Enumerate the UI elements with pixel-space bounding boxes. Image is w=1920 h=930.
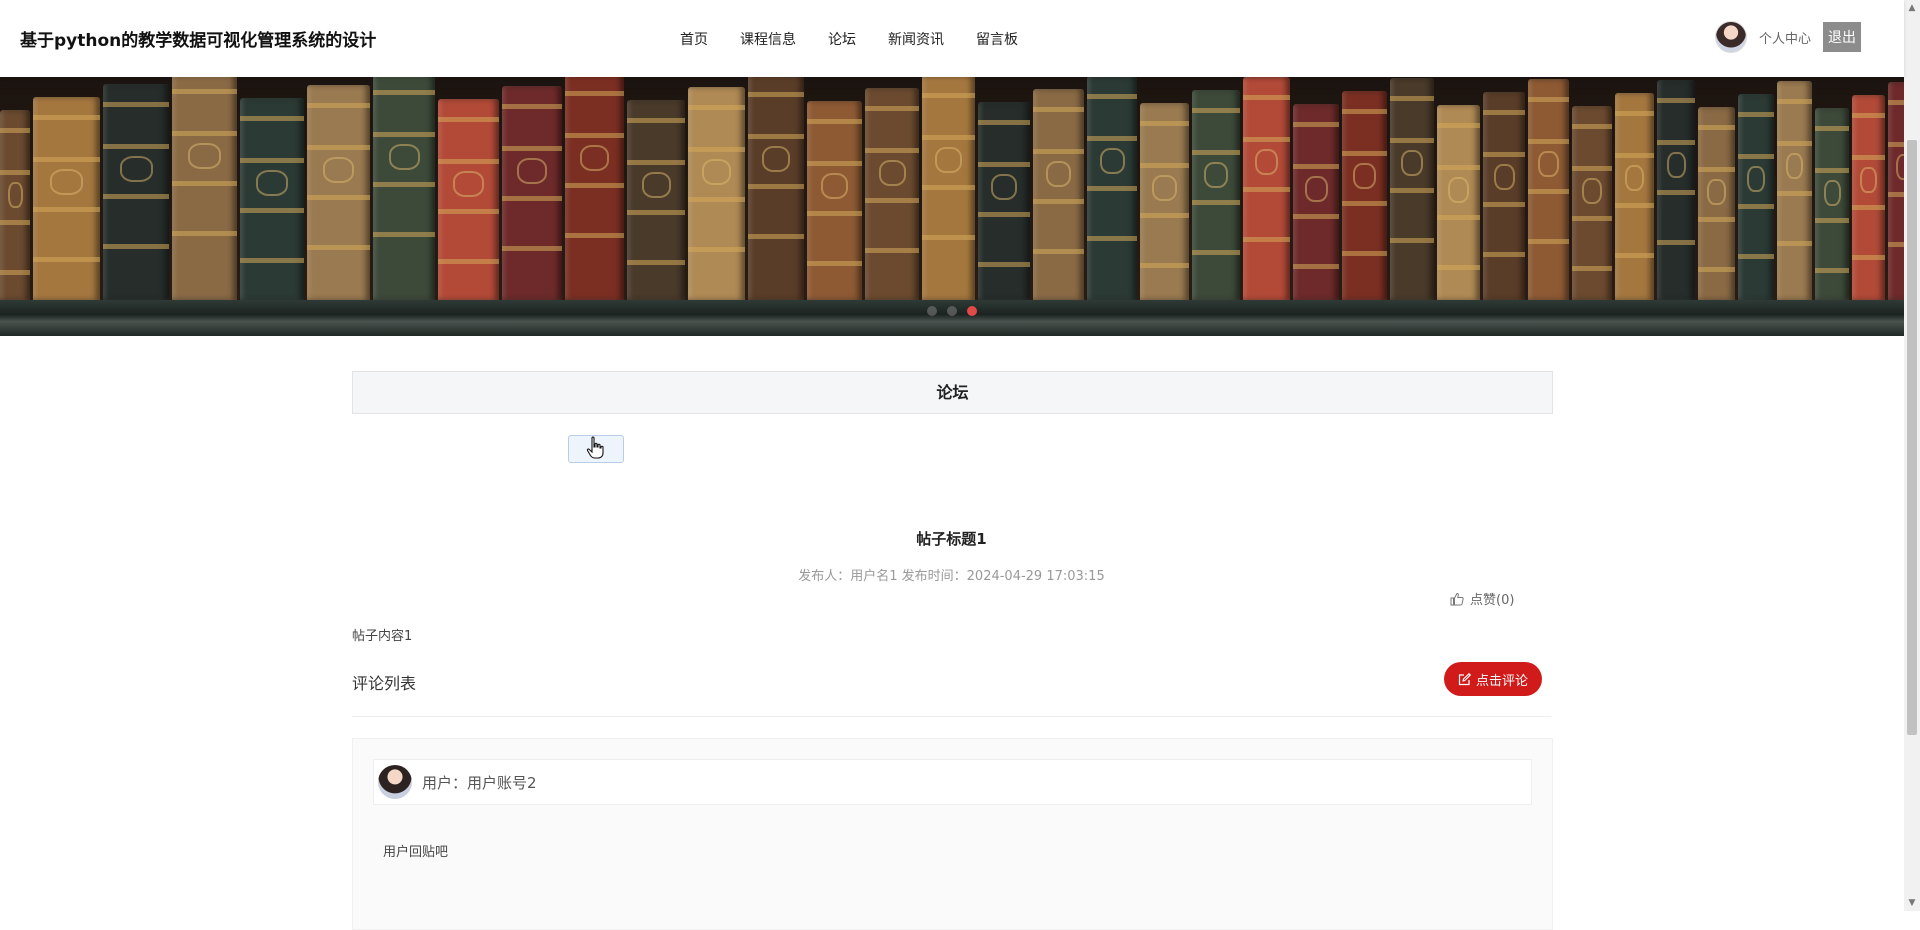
book-spine [1738, 94, 1774, 300]
nav-courses[interactable]: 课程信息 [740, 29, 796, 49]
book-spine [1777, 81, 1812, 300]
book-spine [1437, 105, 1480, 300]
like-count: 点赞(0) [1470, 593, 1515, 608]
page-scrollbar[interactable]: ▲ ▼ [1904, 0, 1920, 911]
nav-home[interactable]: 首页 [680, 29, 708, 49]
book-spine [1888, 82, 1904, 300]
post-content: 帖子内容1 [352, 629, 413, 644]
book-spine [1657, 80, 1695, 300]
add-comment-label: 点击评论 [1475, 673, 1528, 689]
book-spine [865, 88, 919, 300]
book-spine [373, 77, 435, 300]
book-spine [1698, 107, 1735, 300]
book-spine [748, 77, 804, 300]
comment-user: 用户：用户账号2 [422, 773, 537, 792]
carousel-dot[interactable] [927, 306, 937, 316]
book-spine [807, 101, 862, 300]
nav-message-board[interactable]: 留言板 [976, 29, 1018, 49]
book-spine [565, 77, 624, 300]
thumbs-up-icon [1450, 592, 1464, 605]
scroll-thumb[interactable] [1907, 140, 1917, 735]
banner-carousel [0, 77, 1904, 336]
nav-forum[interactable]: 论坛 [828, 29, 856, 49]
divider [352, 716, 1551, 717]
hand-cursor-icon [586, 436, 604, 459]
forum-title: 论坛 [936, 383, 969, 402]
book-spine [978, 102, 1030, 300]
book-spine [1852, 95, 1885, 300]
book-spine [1033, 89, 1084, 300]
book-spine [33, 97, 100, 300]
book-spine [502, 86, 562, 300]
nav-news[interactable]: 新闻资讯 [888, 29, 944, 49]
book-spine [1390, 78, 1434, 300]
carousel-dots [0, 306, 1904, 316]
main-nav: 首页 课程信息 论坛 新闻资讯 留言板 [680, 29, 1050, 49]
book-spine [1243, 77, 1290, 300]
edit-icon [1458, 672, 1471, 685]
book-spine [1293, 104, 1339, 300]
book-spine [172, 77, 237, 300]
book-spine [1192, 90, 1240, 300]
book-spine [1615, 93, 1654, 300]
like-button[interactable]: 点赞(0) [1450, 589, 1514, 608]
scroll-up-icon[interactable]: ▲ [1904, 0, 1920, 16]
comment-text: 用户回贴吧 [383, 845, 449, 860]
user-area: 个人中心 退出 [1715, 21, 1862, 53]
avatar[interactable] [1715, 21, 1747, 53]
user-center-link[interactable]: 个人中心 [1759, 28, 1811, 47]
book-spine [1087, 77, 1137, 300]
add-comment-button[interactable]: 点击评论 [1444, 662, 1542, 696]
book-spine [438, 99, 499, 300]
carousel-dot-active[interactable] [967, 306, 977, 316]
book-spine [1140, 103, 1189, 300]
comment-card: 用户：用户账号2 用户回贴吧 [352, 738, 1553, 930]
book-spine [922, 77, 975, 300]
book-spine [0, 110, 30, 300]
book-spine [1528, 79, 1569, 300]
book-spine [103, 84, 169, 300]
post-meta: 发布人：用户名1 发布时间：2024-04-29 17:03:15 [798, 569, 1105, 584]
forum-section-header: 论坛 [352, 371, 1553, 414]
post-title: 帖子标题1 [916, 530, 987, 548]
avatar [378, 765, 412, 799]
carousel-dot[interactable] [947, 306, 957, 316]
book-spine [307, 85, 370, 300]
book-spine [240, 98, 304, 300]
scroll-down-icon[interactable]: ▼ [1904, 895, 1920, 911]
book-spine [688, 87, 745, 300]
top-header: 基于python的教学数据可视化管理系统的设计 首页 课程信息 论坛 新闻资讯 … [0, 0, 1904, 77]
book-spine [1815, 108, 1849, 300]
site-title: 基于python的教学数据可视化管理系统的设计 [20, 31, 377, 51]
comment-user-row: 用户：用户账号2 [373, 759, 1532, 805]
comments-label: 评论列表 [352, 674, 417, 693]
book-spine [1572, 106, 1612, 300]
book-spine [627, 100, 685, 300]
book-spine [1342, 91, 1387, 300]
book-spine [1483, 92, 1525, 300]
logout-button[interactable]: 退出 [1823, 22, 1862, 52]
